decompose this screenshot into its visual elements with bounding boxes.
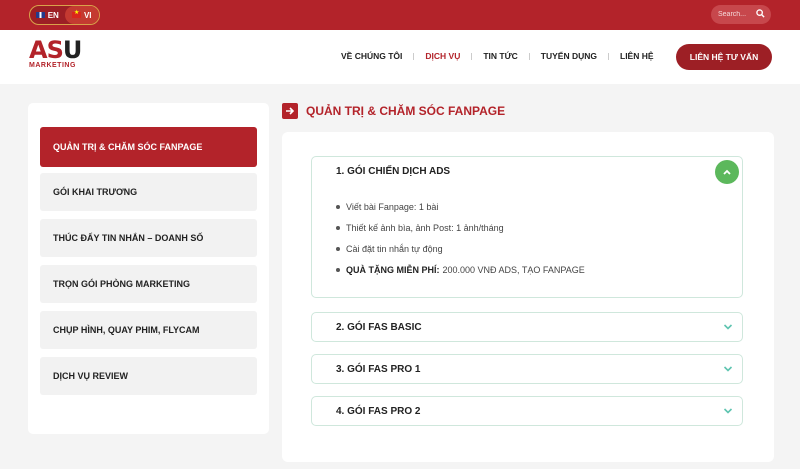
bullet-dot <box>336 267 340 272</box>
uk-flag-icon <box>35 12 45 18</box>
vietnam-flag-icon <box>71 9 81 18</box>
bullet-dot <box>336 225 340 230</box>
accordion-item-fas-basic[interactable]: 2. GÓI FAS BASIC <box>311 312 743 342</box>
accordion-title: 2. GÓI FAS BASIC <box>336 322 422 333</box>
contact-consult-button[interactable]: LIÊN HỆ TƯ VẤN <box>676 44 772 70</box>
lang-en-label: EN <box>47 10 59 20</box>
lang-option-vi[interactable]: VI <box>64 6 99 24</box>
nav-item-careers[interactable]: TUYỂN DỤNG <box>530 51 608 61</box>
nav-item-news[interactable]: TIN TỨC <box>472 51 528 61</box>
chevron-down-icon[interactable] <box>723 323 733 331</box>
language-switcher: EN VI <box>29 5 100 25</box>
lang-vi-label: VI <box>83 10 92 20</box>
page-title: QUẢN TRỊ & CHĂM SÓC FANPAGE <box>306 104 506 118</box>
sidebar-item-photo-video[interactable]: CHỤP HÌNH, QUAY PHIM, FLYCAM <box>40 311 257 349</box>
accordion-item-fas-pro-1[interactable]: 3. GÓI FAS PRO 1 <box>311 354 743 384</box>
accordion-header-fas-pro-1[interactable]: 3. GÓI FAS PRO 1 <box>312 355 742 384</box>
gift-value: 200.000 VNĐ ADS, TẠO FANPAGE <box>442 264 585 275</box>
accordion-title: 1. GÓI CHIẾN DỊCH ADS <box>336 166 451 177</box>
list-item: Viết bài Fanpage: 1 bài <box>336 196 742 217</box>
section-heading: QUẢN TRỊ & CHĂM SÓC FANPAGE <box>282 103 505 119</box>
main-nav: VỀ CHÚNG TÔI DỊCH VỤ TIN TỨC TUYỂN DỤNG … <box>330 51 665 61</box>
chevron-down-icon[interactable] <box>723 365 733 373</box>
top-bar: EN VI <box>0 0 800 30</box>
bullet-dot <box>336 246 340 251</box>
sidebar-item-opening[interactable]: GÓI KHAI TRƯƠNG <box>40 173 257 211</box>
bullet-dot <box>336 204 340 209</box>
chevron-up-icon[interactable] <box>715 160 739 184</box>
gift-label: QUÀ TẶNG MIỄN PHÍ: <box>346 264 440 275</box>
accordion-header-fas-basic[interactable]: 2. GÓI FAS BASIC <box>312 313 742 342</box>
accordion-item-ads: 1. GÓI CHIẾN DỊCH ADS Viết bài Fanpage: … <box>311 156 743 298</box>
nav-item-contact[interactable]: LIÊN HỆ <box>609 51 665 61</box>
service-sidebar: QUẢN TRỊ & CHĂM SÓC FANPAGE GÓI KHAI TRƯ… <box>28 103 269 434</box>
accordion-title: 4. GÓI FAS PRO 2 <box>336 406 421 417</box>
chevron-down-icon[interactable] <box>723 407 733 415</box>
logo-wordmark: ASU <box>29 36 82 64</box>
accordion-header-fas-pro-2[interactable]: 4. GÓI FAS PRO 2 <box>312 397 742 426</box>
sidebar-item-review[interactable]: DỊCH VỤ REVIEW <box>40 357 257 395</box>
list-item: Cài đặt tin nhắn tự động <box>336 238 742 259</box>
nav-item-about[interactable]: VỀ CHÚNG TÔI <box>330 51 413 61</box>
accordion-title: 3. GÓI FAS PRO 1 <box>336 364 421 375</box>
search-input[interactable] <box>718 11 756 18</box>
list-item-gift: QUÀ TẶNG MIỄN PHÍ: 200.000 VNĐ ADS, TẠO F… <box>336 259 742 280</box>
list-item: Thiết kế ảnh bìa, ảnh Post: 1 ảnh/tháng <box>336 217 742 238</box>
sidebar-item-fanpage[interactable]: QUẢN TRỊ & CHĂM SÓC FANPAGE <box>40 127 257 167</box>
site-header: ASU MARKETING VỀ CHÚNG TÔI DỊCH VỤ TIN T… <box>0 30 800 84</box>
arrow-right-icon <box>282 103 298 119</box>
sidebar-item-marketing-package[interactable]: TRỌN GÓI PHÒNG MARKETING <box>40 265 257 303</box>
nav-item-services[interactable]: DỊCH VỤ <box>414 51 471 61</box>
lang-option-en[interactable]: EN <box>30 6 65 24</box>
asu-logo[interactable]: ASU MARKETING <box>29 38 89 76</box>
search-box <box>711 5 771 24</box>
sidebar-item-messages-sales[interactable]: THÚC ĐẨY TIN NHẮN – DOANH SỐ <box>40 219 257 257</box>
package-card: 1. GÓI CHIẾN DỊCH ADS Viết bài Fanpage: … <box>282 132 774 462</box>
accordion-body-ads: Viết bài Fanpage: 1 bài Thiết kế ảnh bìa… <box>312 186 742 280</box>
accordion-item-fas-pro-2[interactable]: 4. GÓI FAS PRO 2 <box>311 396 743 426</box>
accordion-header-ads[interactable]: 1. GÓI CHIẾN DỊCH ADS <box>312 157 742 186</box>
search-icon[interactable] <box>756 9 765 18</box>
